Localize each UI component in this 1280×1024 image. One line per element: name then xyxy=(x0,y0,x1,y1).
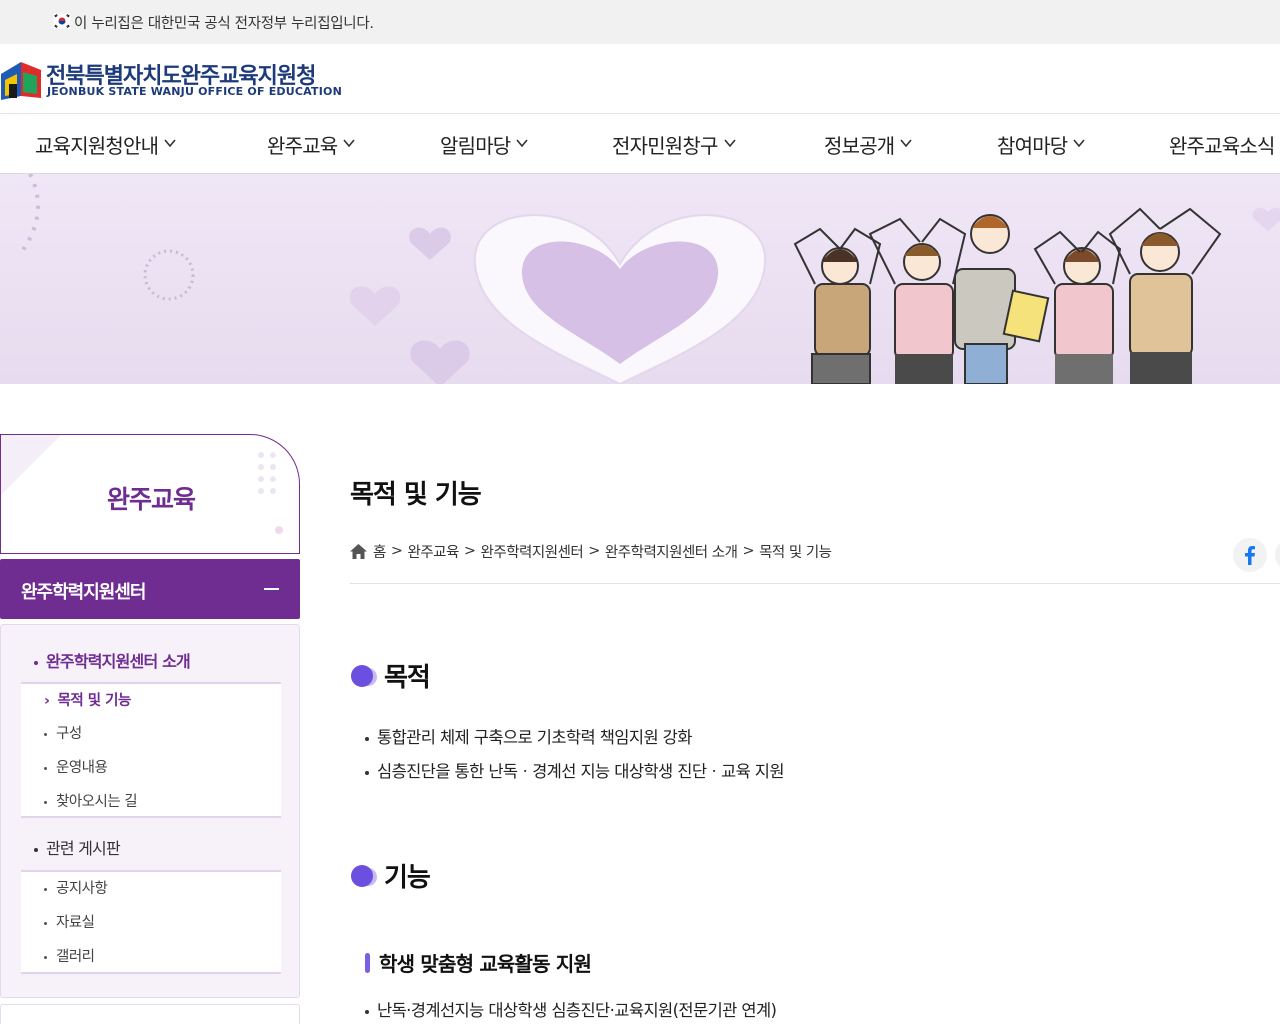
bullet-icon xyxy=(365,1009,369,1014)
bullet-icon xyxy=(44,766,47,770)
bullet-item: 통합관리 체제 구축으로 기초학력 책임지원 강화 xyxy=(365,724,692,748)
logo-english[interactable]: JEONBUK STATE WANJU OFFICE OF EDUCATION xyxy=(47,85,342,98)
lnb-item-purpose[interactable]: › 목적 및 기능 xyxy=(44,689,131,710)
logo-mark-icon[interactable] xyxy=(1,56,41,102)
gnb-item-info-disclosure[interactable]: 정보공개 xyxy=(824,115,913,173)
breadcrumb-separator: > xyxy=(463,543,476,559)
minus-icon xyxy=(264,588,279,590)
gnb-item-office-guide[interactable]: 교육지원청안내 xyxy=(35,115,176,173)
page-title: 목적 및 기능 xyxy=(350,480,482,510)
breadcrumb-separator: > xyxy=(390,543,403,559)
share-button[interactable] xyxy=(1275,538,1280,572)
breadcrumb-separator: > xyxy=(588,543,600,559)
lnb-item-gallery[interactable]: 갤러리 xyxy=(44,945,95,966)
gnb-item-participation[interactable]: 참여마당 xyxy=(997,115,1086,173)
gnb-item-wanju-news[interactable]: 완주교육소식 xyxy=(1169,115,1275,173)
bullet-icon xyxy=(44,732,47,736)
lnb-next-category[interactable] xyxy=(0,1004,300,1024)
bullet-icon xyxy=(44,800,47,804)
lnb-group-boards[interactable]: 관련 게시판 xyxy=(34,835,121,859)
gnb-item-notice[interactable]: 알림마당 xyxy=(440,115,529,173)
arrow-right-icon: › xyxy=(44,693,50,709)
breadcrumb-item[interactable]: 완주학력지원센터 소개 xyxy=(605,541,738,562)
chevron-down-icon xyxy=(1073,139,1086,148)
lnb-category-label: 완주학력지원센터 xyxy=(21,582,146,603)
lnb-item-directions[interactable]: 찾아오시는 길 xyxy=(44,790,138,811)
chevron-down-icon xyxy=(900,139,913,148)
heading-ball-icon xyxy=(351,864,377,887)
heading-bar-icon xyxy=(365,953,370,973)
lnb-group-items: 공지사항 자료실 갤러리 xyxy=(21,870,281,974)
bullet-icon xyxy=(365,770,369,775)
chevron-down-icon xyxy=(164,139,176,148)
gnb-item-e-civil[interactable]: 전자민원창구 xyxy=(612,115,736,173)
lnb-item-notice[interactable]: 공지사항 xyxy=(44,877,108,898)
gov-banner-text[interactable]: 이 누리집은 대한민국 공식 전자정부 누리집입니다. xyxy=(74,12,374,33)
chevron-down-icon xyxy=(723,139,736,148)
site-header: 전북특별자치도완주교육지원청 JEONBUK STATE WANJU OFFIC… xyxy=(0,44,1280,114)
bullet-item: 난독·경계선지능 대상학생 심층진단·교육지원(전문기관 연계) xyxy=(365,997,777,1021)
gov-banner: 이 누리집은 대한민국 공식 전자정부 누리집입니다. xyxy=(0,0,1280,44)
lnb-item-structure[interactable]: 구성 xyxy=(44,722,82,743)
gnb-item-wanju-education[interactable]: 완주교육 xyxy=(267,115,356,173)
heading-ball-icon xyxy=(351,664,377,687)
lnb-title: 완주교육 xyxy=(106,485,196,514)
breadcrumb: 홈 > 완주교육 > 완주학력지원센터 > 완주학력지원센터 소개 > 목적 및… xyxy=(350,541,832,561)
bullet-icon xyxy=(34,847,38,852)
home-icon[interactable] xyxy=(350,543,367,559)
bullet-item: 심층진단을 통한 난독ㆍ경계선 지능 대상학생 진단ㆍ교육 지원 xyxy=(365,758,785,782)
lnb-title-box: 완주교육 xyxy=(0,434,300,554)
visual-banner xyxy=(0,174,1280,384)
chevron-down-icon xyxy=(516,139,529,148)
lnb-item-operation[interactable]: 운영내용 xyxy=(44,756,108,777)
section-heading-purpose: 목적 xyxy=(350,657,431,694)
bullet-icon xyxy=(44,955,47,959)
bullet-icon xyxy=(34,660,38,665)
bullet-icon xyxy=(44,887,47,891)
section-heading-function: 기능 xyxy=(350,857,431,894)
lnb-item-resources[interactable]: 자료실 xyxy=(44,911,95,932)
breadcrumb-home[interactable]: 홈 xyxy=(373,541,386,562)
subsection-heading: 학생 맞춤형 교육활동 지원 xyxy=(365,948,592,977)
lnb-category-toggle[interactable]: 완주학력지원센터 xyxy=(0,559,300,619)
bullet-icon xyxy=(44,921,47,925)
main-navigation: 교육지원청안내 완주교육 알림마당 전자민원창구 정보공개 참여마당 완주교육소… xyxy=(0,115,1280,174)
facebook-icon xyxy=(1245,546,1255,565)
lnb-submenu: 완주학력지원센터 소개 › 목적 및 기능 구성 운영내용 찾아오시는 길 관련 … xyxy=(0,624,300,998)
breadcrumb-current: 목적 및 기능 xyxy=(759,544,832,561)
facebook-share-button[interactable] xyxy=(1233,538,1267,572)
chevron-down-icon xyxy=(343,139,356,148)
bullet-icon xyxy=(365,736,369,741)
breadcrumb-separator: > xyxy=(742,543,755,559)
breadcrumb-item[interactable]: 완주교육 xyxy=(408,541,460,562)
breadcrumb-item[interactable]: 완주학력지원센터 xyxy=(481,541,584,562)
korea-flag-icon xyxy=(53,13,71,29)
lnb-group-items: › 목적 및 기능 구성 운영내용 찾아오시는 길 xyxy=(21,682,281,818)
banner-illustration xyxy=(18,174,1280,384)
lnb-group-center-intro[interactable]: 완주학력지원센터 소개 xyxy=(34,648,191,672)
content-divider xyxy=(350,583,1280,584)
